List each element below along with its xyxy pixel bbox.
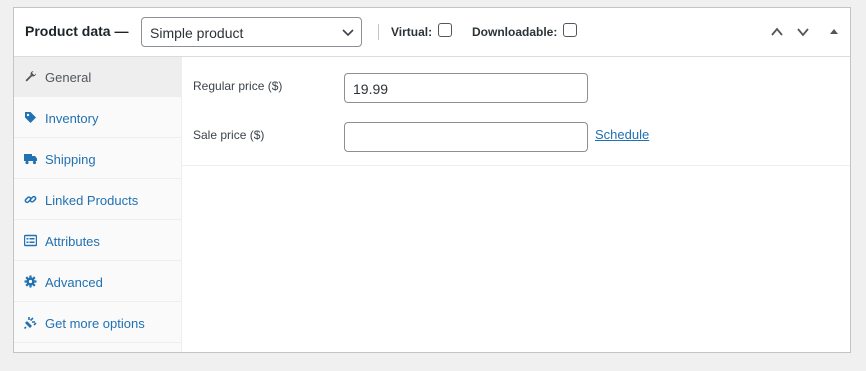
tab-label: Get more options <box>45 316 145 331</box>
panel-header: Product data — Simple product Virtual: D… <box>14 8 850 57</box>
tab-get-more-options[interactable]: Get more options <box>14 303 181 343</box>
gear-icon <box>24 275 37 288</box>
downloadable-checkbox[interactable] <box>563 23 577 37</box>
tab-advanced[interactable]: Advanced <box>14 262 181 302</box>
toggle-panel-icon[interactable] <box>827 26 841 38</box>
regular-price-input[interactable]: 19.99 <box>344 73 588 103</box>
virtual-checkbox[interactable] <box>438 23 452 37</box>
tab-label: Advanced <box>45 275 103 290</box>
tag-icon <box>25 112 36 123</box>
chevron-down-icon <box>342 29 354 37</box>
regular-price-label: Regular price ($) <box>193 79 283 93</box>
pricing-fields: Regular price ($) 19.99 Sale price ($) S… <box>182 57 850 166</box>
virtual-label: Virtual: <box>391 25 433 39</box>
sale-price-label: Sale price ($) <box>193 128 265 142</box>
tab-label: Inventory <box>45 111 99 126</box>
tab-label: Linked Products <box>45 193 139 208</box>
move-up-icon[interactable] <box>770 26 784 38</box>
product-data-tabs: General Inventory Shipping Linked Produc… <box>14 57 182 352</box>
plugin-icon <box>24 317 37 329</box>
panel-title: Product data — <box>25 23 129 39</box>
tab-inventory[interactable]: Inventory <box>14 98 181 138</box>
tab-shipping[interactable]: Shipping <box>14 139 181 179</box>
list-icon <box>24 234 37 247</box>
tab-label: Attributes <box>45 234 100 249</box>
product-data-panel: Product data — Simple product Virtual: D… <box>13 7 851 353</box>
tab-label: Shipping <box>45 152 96 167</box>
sale-price-input[interactable] <box>344 122 588 152</box>
tab-linked-products[interactable]: Linked Products <box>14 180 181 220</box>
wrench-icon <box>25 71 36 82</box>
tab-attributes[interactable]: Attributes <box>14 221 181 261</box>
tab-general[interactable]: General <box>14 57 181 97</box>
downloadable-label: Downloadable: <box>472 25 558 39</box>
tab-label: General <box>45 70 92 85</box>
product-type-value: Simple product <box>150 25 244 41</box>
link-icon <box>24 195 37 204</box>
schedule-link[interactable]: Schedule <box>595 127 649 142</box>
header-separator <box>378 24 379 40</box>
general-tab-panel: Regular price ($) 19.99 Sale price ($) S… <box>182 57 850 352</box>
truck-icon <box>24 154 37 165</box>
move-down-icon[interactable] <box>796 26 810 38</box>
product-type-select[interactable]: Simple product <box>141 17 362 47</box>
regular-price-value: 19.99 <box>353 81 389 97</box>
